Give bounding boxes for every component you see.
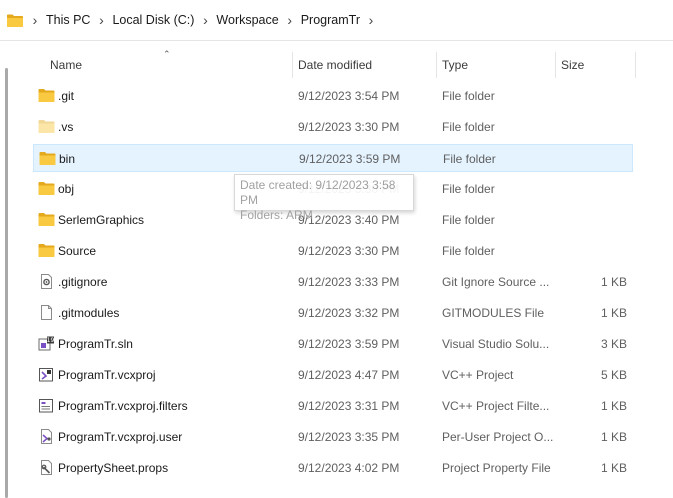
file-date-modified: 9/12/2023 4:47 PM <box>298 368 400 382</box>
chevron-right-icon[interactable] <box>198 12 212 28</box>
folder-icon <box>38 212 55 227</box>
file-date-modified: 9/12/2023 3:35 PM <box>298 430 400 444</box>
file-size <box>558 175 627 203</box>
props-file-icon <box>38 460 55 475</box>
file-size <box>558 237 627 265</box>
column-header-date[interactable]: Date modified <box>292 50 436 80</box>
column-divider[interactable] <box>635 52 636 78</box>
file-size: 1 KB <box>600 306 627 320</box>
file-row[interactable]: .git 9/12/2023 3:54 PM File folder <box>33 82 633 110</box>
breadcrumb-this-pc[interactable]: This PC <box>42 8 94 32</box>
blank-file-icon <box>38 305 55 320</box>
file-size: 5 KB <box>600 368 627 382</box>
file-size: 1 KB <box>600 461 627 475</box>
file-type: File folder <box>442 120 495 134</box>
vertical-scrollbar[interactable] <box>5 68 8 498</box>
file-row[interactable]: PropertySheet.props 9/12/2023 4:02 PM Proj… <box>33 454 633 482</box>
file-name: Source <box>58 244 97 258</box>
file-name: ProgramTr.sln <box>58 337 133 351</box>
file-type: File folder <box>442 182 495 196</box>
breadcrumb-workspace[interactable]: Workspace <box>212 8 282 32</box>
file-type: File folder <box>442 89 495 103</box>
chevron-right-icon[interactable] <box>364 12 378 28</box>
svg-text:19: 19 <box>47 337 55 344</box>
tooltip-date-created: Date created: 9/12/2023 3:58 PM <box>240 178 396 207</box>
file-type: File folder <box>443 152 496 166</box>
chevron-right-icon[interactable] <box>94 12 108 28</box>
chevron-right-icon[interactable] <box>283 12 297 28</box>
file-type: Git Ignore Source ... <box>442 275 550 289</box>
column-header-type[interactable]: Type <box>436 50 555 80</box>
file-type: File folder <box>442 213 495 227</box>
column-header-name[interactable]: Name <box>44 50 292 80</box>
file-type: VC++ Project <box>442 368 514 382</box>
file-row[interactable]: bin 9/12/2023 3:59 PM File folder <box>33 144 633 172</box>
vcxproj-file-icon <box>38 367 55 382</box>
address-bar[interactable]: This PC Local Disk (C:) Workspace Progra… <box>0 0 673 41</box>
file-size: 1 KB <box>600 275 627 289</box>
folder-icon <box>38 88 55 103</box>
breadcrumb-local-disk[interactable]: Local Disk (C:) <box>108 8 198 32</box>
filters-file-icon <box>38 398 55 413</box>
file-name: .gitignore <box>58 275 108 289</box>
folder-icon <box>38 181 55 196</box>
file-type: Per-User Project O... <box>442 430 554 444</box>
file-name: PropertySheet.props <box>58 461 169 475</box>
file-type: VC++ Project Filte... <box>442 399 550 413</box>
file-size: 1 KB <box>600 430 627 444</box>
file-size <box>558 82 627 110</box>
file-type: Project Property File <box>442 461 551 475</box>
file-date-modified: 9/12/2023 3:33 PM <box>298 275 400 289</box>
file-row[interactable]: .vs 9/12/2023 3:30 PM File folder <box>33 113 633 141</box>
folder-icon <box>6 13 24 28</box>
file-name: .git <box>58 89 75 103</box>
breadcrumb-programtr[interactable]: ProgramTr <box>297 8 364 32</box>
hidden-folder-icon <box>38 119 55 134</box>
file-size <box>558 206 627 234</box>
file-size <box>559 145 628 173</box>
chevron-right-icon <box>28 12 42 28</box>
column-header-row: Name Date modified Type Size <box>0 50 673 80</box>
file-name: ProgramTr.vcxproj.user <box>58 430 183 444</box>
file-size <box>558 113 627 141</box>
file-date-modified: 9/12/2023 3:30 PM <box>298 120 400 134</box>
file-name: .gitmodules <box>58 306 120 320</box>
file-size: 3 KB <box>600 337 627 351</box>
file-row[interactable]: .gitignore 9/12/2023 3:33 PM Git Ignore So… <box>33 268 633 296</box>
column-header-size[interactable]: Size <box>555 50 635 80</box>
gear-file-icon <box>38 274 55 289</box>
file-row[interactable]: ProgramTr.vcxproj.user 9/12/2023 3:35 PM P… <box>33 423 633 451</box>
file-type: File folder <box>442 244 495 258</box>
file-name: .vs <box>58 120 74 134</box>
file-row[interactable]: Source 9/12/2023 3:30 PM File folder <box>33 237 633 265</box>
file-type: Visual Studio Solu... <box>442 337 550 351</box>
file-date-modified: 9/12/2023 3:59 PM <box>298 337 400 351</box>
file-name: bin <box>59 152 76 166</box>
file-type: GITMODULES File <box>442 306 545 320</box>
file-date-modified: 9/12/2023 3:59 PM <box>299 152 401 166</box>
user-file-icon <box>38 429 55 444</box>
file-date-modified: 9/12/2023 3:30 PM <box>298 244 400 258</box>
file-row[interactable]: 19 ProgramTr.sln 9/12/2023 3:59 PM Visual S… <box>33 330 633 358</box>
file-date-modified: 9/12/2023 3:32 PM <box>298 306 400 320</box>
file-name: ProgramTr.vcxproj <box>58 368 156 382</box>
tooltip-folders: Folders: ARM <box>240 208 313 222</box>
file-row[interactable]: ProgramTr.vcxproj 9/12/2023 4:47 PM VC++ P… <box>33 361 633 389</box>
file-date-modified: 9/12/2023 3:54 PM <box>298 89 400 103</box>
file-date-modified: 9/12/2023 3:31 PM <box>298 399 400 413</box>
file-row[interactable]: ProgramTr.vcxproj.filters 9/12/2023 3:31 … <box>33 392 633 420</box>
file-row[interactable]: .gitmodules 9/12/2023 3:32 PM GITMODULES F… <box>33 299 633 327</box>
folder-icon <box>39 151 56 166</box>
file-name: ProgramTr.vcxproj.filters <box>58 399 188 413</box>
solution-file-icon: 19 <box>38 336 55 351</box>
file-date-modified: 9/12/2023 4:02 PM <box>298 461 400 475</box>
folder-icon <box>38 243 55 258</box>
hover-tooltip: Date created: 9/12/2023 3:58 PM Folders:… <box>234 174 414 222</box>
file-size: 1 KB <box>600 399 627 413</box>
